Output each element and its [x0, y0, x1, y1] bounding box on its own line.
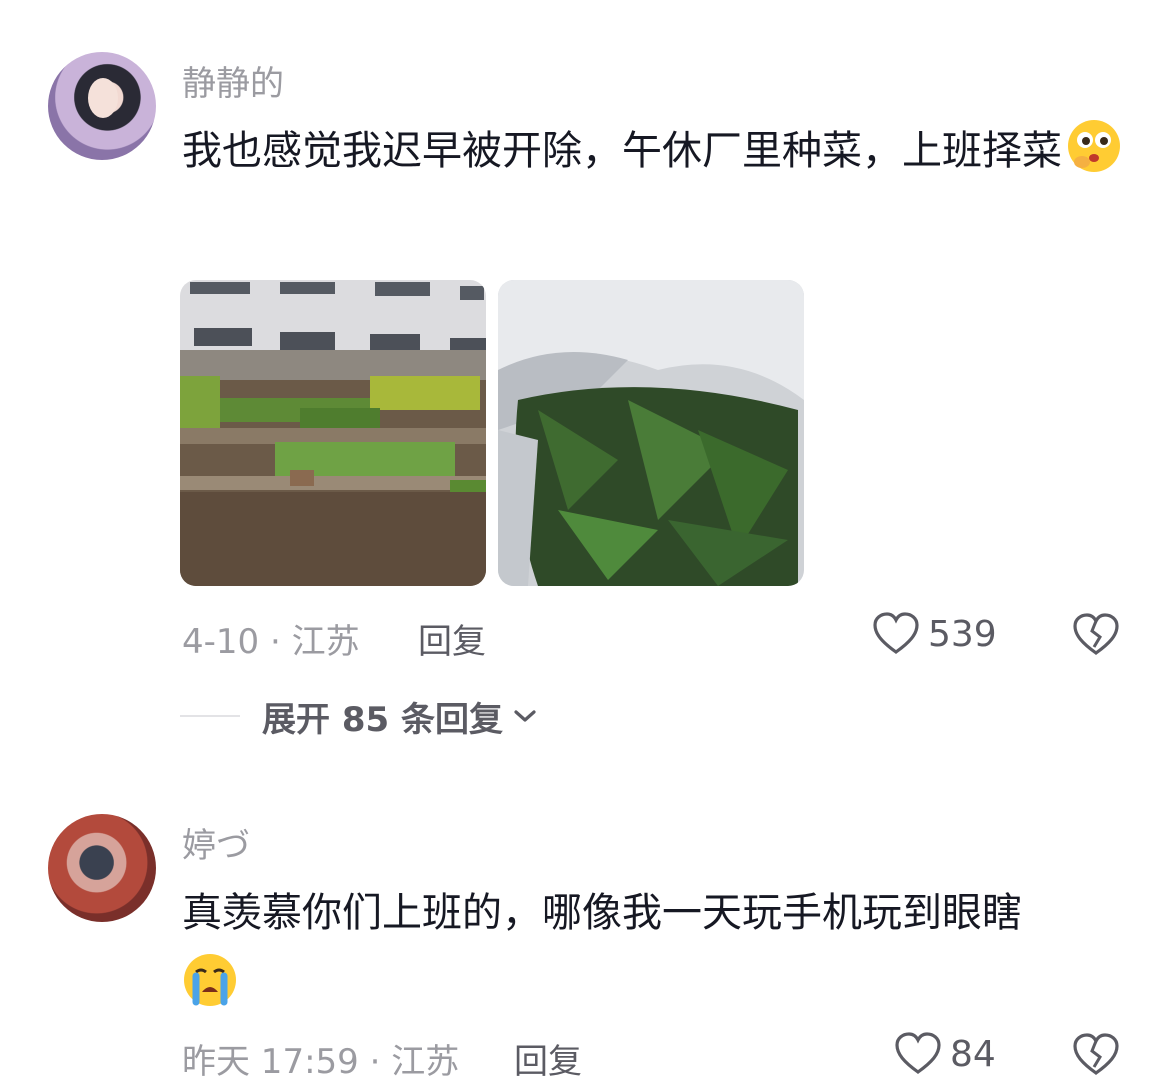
reply-button[interactable]: 回复: [514, 1034, 582, 1083]
comment-image-greens[interactable]: [498, 280, 804, 586]
comment-meta: 昨天 17:59 · 江苏: [182, 1042, 460, 1082]
avatar[interactable]: [48, 814, 156, 922]
comment-username[interactable]: 静静的: [182, 56, 284, 105]
comment-text: 真羡慕你们上班的，哪像我一天玩手机玩到眼瞎: [182, 880, 1132, 1018]
comment-username[interactable]: 婷づ: [182, 818, 250, 867]
expand-replies-button[interactable]: 展开 85 条回复: [180, 693, 539, 740]
dislike-broken-heart-icon[interactable]: [1072, 1033, 1120, 1077]
expand-replies-label: 展开 85 条回复: [262, 699, 503, 740]
dislike-broken-heart-icon[interactable]: [1072, 613, 1120, 657]
divider: [180, 715, 240, 717]
crying-face-emoji-icon: [184, 954, 236, 1006]
comment-text: 我也感觉我迟早被开除，午休厂里种菜，上班择菜: [182, 118, 1132, 184]
like-count: 539: [928, 613, 997, 655]
garden-photo-icon: [180, 280, 486, 586]
heart-icon: [873, 612, 919, 654]
comment-text-body: 我也感觉我迟早被开除，午休厂里种菜，上班择菜: [182, 128, 1062, 174]
like-button[interactable]: 84: [894, 1032, 996, 1076]
comment-image-garden[interactable]: [180, 280, 486, 586]
comment-meta: 4-10 · 江苏: [182, 622, 360, 662]
reply-button[interactable]: 回复: [418, 614, 486, 663]
comment-text-body: 真羡慕你们上班的，哪像我一天玩手机玩到眼瞎: [182, 890, 1022, 936]
like-button[interactable]: 539: [872, 612, 997, 656]
avatar[interactable]: [48, 52, 156, 160]
avatar-face: [88, 78, 118, 118]
greens-photo-icon: [498, 280, 804, 586]
heart-icon: [895, 1032, 941, 1074]
thinking-face-emoji-icon: [1068, 120, 1120, 172]
like-count: 84: [950, 1033, 996, 1075]
chevron-down-icon: [514, 710, 536, 722]
